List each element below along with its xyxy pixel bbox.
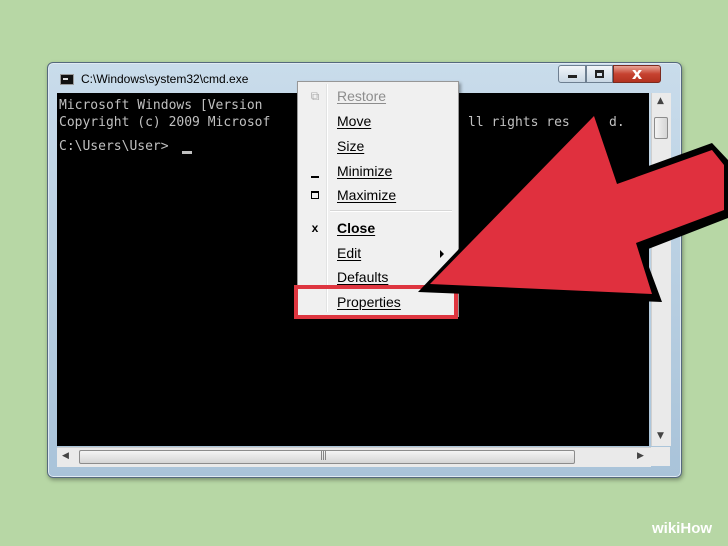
- wikihow-watermark: wikiHow: [652, 520, 713, 537]
- pointer-arrow-icon: [418, 104, 728, 302]
